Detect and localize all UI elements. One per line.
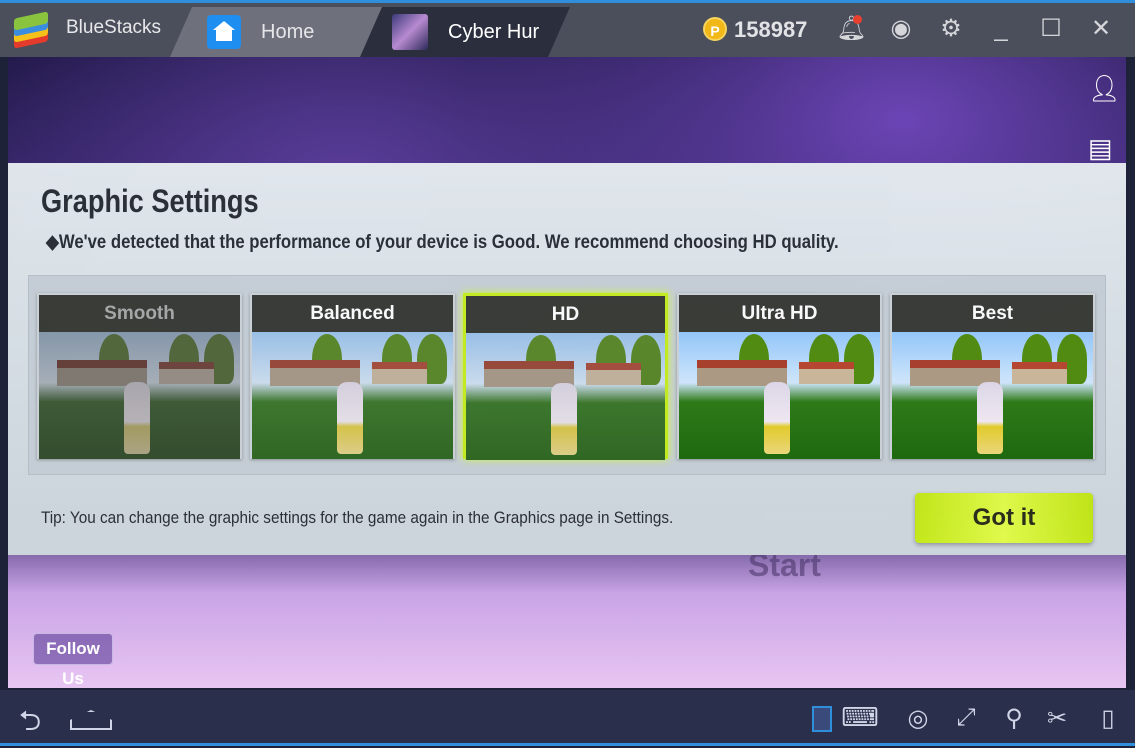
app-name: BlueStacks <box>66 17 162 38</box>
coin-icon: P <box>703 17 727 41</box>
quality-option-ultra[interactable]: Ultra HD <box>677 293 882 459</box>
option-label: Best <box>892 295 1093 332</box>
home-icon <box>207 15 241 49</box>
close-icon[interactable]: ✕ <box>1086 15 1116 43</box>
option-label: HD <box>466 296 665 333</box>
bottom-toolbar: ⮌ ⌨ ◎ ⤢ ⚲ ✂ ▯ <box>0 690 1135 746</box>
home-icon[interactable] <box>70 710 112 730</box>
settings-gear-icon[interactable]: ⚙ <box>936 15 966 43</box>
game-icon <box>392 14 428 50</box>
preview-image <box>679 332 880 459</box>
quality-option-smooth[interactable]: Smooth <box>37 293 242 459</box>
dialog-recommendation: ◆We've detected that the performance of … <box>46 232 839 253</box>
preview-image <box>252 332 453 459</box>
minimize-icon[interactable]: _ <box>986 15 1016 43</box>
bluestacks-logo-icon <box>14 11 48 49</box>
quality-option-balanced[interactable]: Balanced <box>250 293 455 459</box>
location-icon[interactable]: ⚲ <box>998 704 1030 733</box>
preview-image <box>39 332 240 459</box>
notification-bell-icon[interactable]: 🔔︎ <box>836 15 866 43</box>
account-icon[interactable]: ◉ <box>886 15 916 43</box>
tab-home[interactable]: Home <box>170 7 385 57</box>
fullscreen-icon[interactable]: ⤢ <box>950 704 982 732</box>
tab-label: Home <box>261 21 315 43</box>
follow-us-button[interactable]: Follow Us <box>33 633 113 688</box>
eye-icon[interactable]: ◎ <box>902 704 934 733</box>
maximize-icon[interactable]: ☐ <box>1036 15 1066 43</box>
back-icon[interactable]: ⮌ <box>14 700 46 748</box>
quality-option-best[interactable]: Best <box>890 293 1095 459</box>
preview-image <box>892 332 1093 459</box>
dialog-title: Graphic Settings <box>41 183 259 219</box>
notice-document-icon[interactable]: ▤ <box>1088 133 1113 164</box>
coin-count: 158987 <box>734 17 808 42</box>
tab-label: Cyber Hur <box>448 21 540 43</box>
keymap-icon[interactable] <box>812 706 832 732</box>
graphic-settings-dialog: Graphic Settings ◆We've detected that th… <box>8 163 1126 555</box>
got-it-button[interactable]: Got it <box>915 493 1093 543</box>
shake-icon[interactable]: ▯ <box>1092 704 1124 733</box>
tip-text: Tip: You can change the graphic settings… <box>41 508 674 527</box>
profile-icon[interactable]: 👤︎ <box>1088 73 1121 104</box>
option-label: Smooth <box>39 295 240 332</box>
preview-image <box>466 333 665 460</box>
scissors-icon[interactable]: ✂ <box>1041 704 1073 733</box>
tab-game[interactable]: Cyber Hur <box>360 7 570 57</box>
title-bar: BlueStacks Home Cyber Hur P 158987 🔔︎ ◉ … <box>0 0 1135 57</box>
keyboard-icon[interactable]: ⌨ <box>838 702 882 733</box>
quality-option-hd[interactable]: HD <box>463 293 668 460</box>
option-label: Ultra HD <box>679 295 880 332</box>
option-label: Balanced <box>252 295 453 332</box>
